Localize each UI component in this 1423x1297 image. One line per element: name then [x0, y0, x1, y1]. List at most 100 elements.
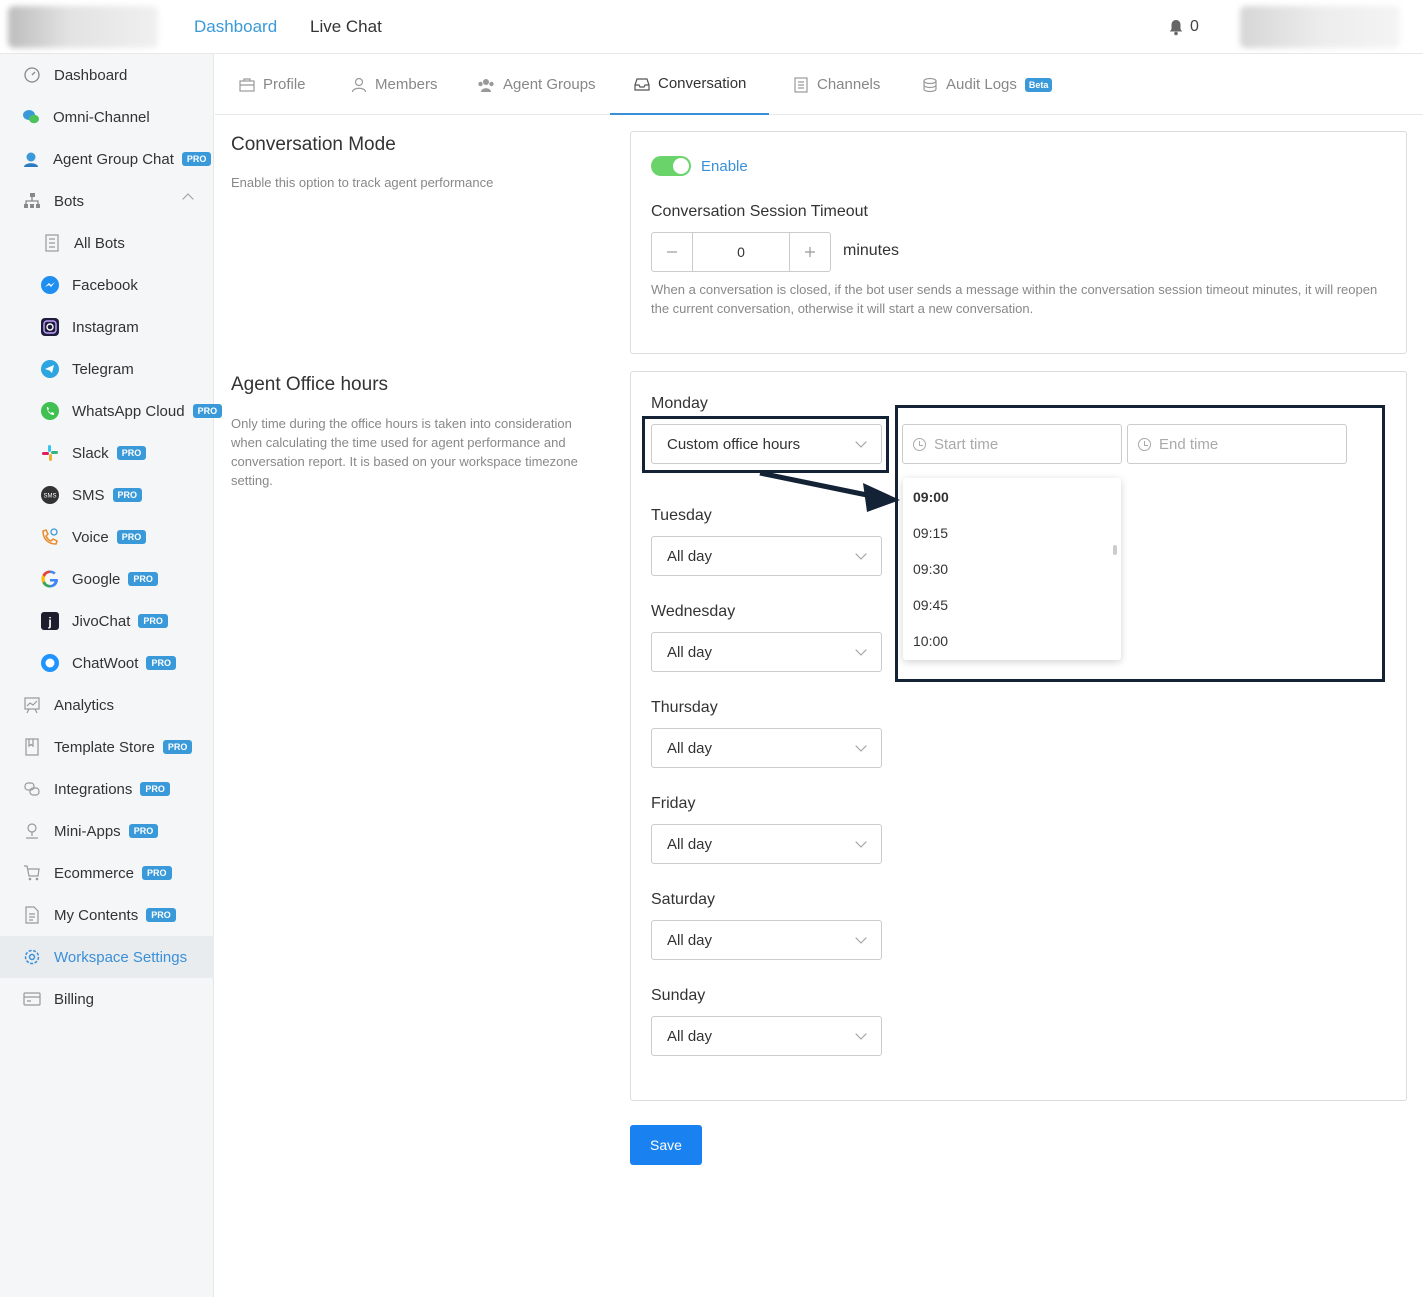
sidebar-item-label: Telegram [72, 360, 134, 378]
sidebar-item-label: All Bots [74, 234, 125, 252]
sidebar-item-bots[interactable]: Bots [0, 180, 214, 222]
sidebar-item-label: Workspace Settings [54, 948, 188, 966]
chevron-down-icon [855, 836, 867, 848]
sidebar-item-integrations[interactable]: Integrations PRO [0, 768, 214, 810]
tab-agent-groups[interactable]: Agent Groups [477, 54, 596, 115]
select-value: All day [667, 931, 713, 949]
minus-icon [667, 251, 677, 253]
svg-text:j: j [47, 615, 51, 629]
saturday-hours-select[interactable]: All day [651, 920, 882, 960]
sidebar-item-label: ChatWoot [72, 654, 139, 672]
sidebar-item-label: Facebook [72, 276, 138, 294]
nav-live-chat[interactable]: Live Chat [310, 17, 382, 37]
pro-badge: PRO [116, 530, 147, 544]
pro-badge: PRO [192, 404, 223, 418]
sidebar-item-dashboard[interactable]: Dashboard [0, 54, 214, 96]
bell-icon [1170, 19, 1182, 35]
sidebar-item-label: Instagram [72, 318, 139, 336]
workspace-logo[interactable] [8, 6, 158, 48]
thursday-hours-select[interactable]: All day [651, 728, 882, 768]
google-icon [40, 569, 60, 589]
sidebar-item-workspace-settings[interactable]: Workspace Settings [0, 936, 214, 978]
cart-icon [22, 863, 42, 883]
template-icon [22, 737, 42, 757]
tuesday-hours-select[interactable]: All day [651, 536, 882, 576]
sidebar-item-facebook[interactable]: Facebook [0, 264, 214, 306]
enable-toggle[interactable] [651, 156, 691, 176]
sidebar-item-telegram[interactable]: Telegram [0, 348, 214, 390]
day-label-sunday: Sunday [651, 987, 706, 1004]
sitemap-icon [22, 191, 42, 211]
wednesday-hours-select[interactable]: All day [651, 632, 882, 672]
day-label-saturday: Saturday [651, 891, 716, 908]
select-value: All day [667, 643, 713, 661]
inbox-icon [634, 77, 650, 91]
sidebar-item-label: WhatsApp Cloud [72, 402, 185, 420]
sidebar-item-mini-apps[interactable]: Mini-Apps PRO [0, 810, 214, 852]
decrement-button[interactable] [652, 233, 692, 271]
sidebar-item-analytics[interactable]: Analytics [0, 684, 214, 726]
tab-channels[interactable]: Channels [793, 54, 880, 115]
dashboard-icon [22, 65, 42, 85]
pro-badge: PRO [116, 446, 147, 460]
sidebar-item-instagram[interactable]: Instagram [0, 306, 214, 348]
sidebar-item-whatsapp-cloud[interactable]: WhatsApp Cloud PRO [0, 390, 223, 432]
sidebar-item-voice[interactable]: Voice PRO [0, 516, 214, 558]
increment-button[interactable] [790, 233, 830, 271]
timeout-label: Conversation Session Timeout [651, 203, 868, 220]
save-button[interactable]: Save [630, 1125, 702, 1165]
sidebar-item-ecommerce[interactable]: Ecommerce PRO [0, 852, 214, 894]
pro-badge: PRO [146, 908, 176, 922]
pro-badge: PRO [128, 824, 159, 838]
user-menu[interactable] [1240, 6, 1400, 48]
chevron-down-icon [855, 740, 867, 752]
sidebar-item-google[interactable]: Google PRO [0, 558, 214, 600]
tab-conversation[interactable]: Conversation [610, 54, 769, 115]
enable-label: Enable [701, 158, 748, 175]
sidebar-item-sms[interactable]: SMS SMS PRO [0, 474, 214, 516]
chevron-up-icon[interactable] [182, 193, 194, 205]
highlight-box-select [642, 416, 889, 473]
timeout-input[interactable]: 0 [692, 233, 790, 271]
sunday-hours-select[interactable]: All day [651, 1016, 882, 1056]
sidebar: Dashboard Omni-Channel Agent Group Chat … [0, 54, 223, 1297]
beta-badge: Beta [1024, 77, 1053, 92]
tab-label: Channels [817, 76, 881, 93]
chevron-down-icon [855, 1028, 867, 1040]
annotation-arrow [759, 470, 900, 512]
nav-dashboard[interactable]: Dashboard [194, 17, 277, 37]
tab-members[interactable]: Members [351, 54, 438, 115]
pro-badge: PRO [146, 656, 176, 670]
list-icon [42, 233, 62, 253]
plus-icon [805, 247, 815, 257]
gear-icon [22, 947, 42, 967]
sidebar-item-my-contents[interactable]: My Contents PRO [0, 894, 214, 936]
settings-tabs: Profile Members Agent Groups Conversatio… [215, 54, 1423, 115]
friday-hours-select[interactable]: All day [651, 824, 882, 864]
chatwoot-icon [40, 653, 60, 673]
sidebar-item-all-bots[interactable]: All Bots [0, 222, 214, 264]
team-icon [478, 78, 494, 92]
chevron-down-icon [855, 932, 867, 944]
tab-profile[interactable]: Profile [239, 54, 306, 115]
sidebar-item-omni-channel[interactable]: Omni-Channel [0, 96, 214, 138]
messenger-icon [40, 275, 60, 295]
sidebar-item-slack[interactable]: Slack PRO [0, 432, 214, 474]
briefcase-icon [239, 77, 255, 92]
timeout-unit: minutes [843, 242, 900, 259]
pro-badge: PRO [128, 572, 158, 586]
sidebar-item-billing[interactable]: Billing [0, 978, 214, 1020]
jivochat-icon: j [40, 611, 60, 631]
day-label-tuesday: Tuesday [651, 507, 712, 524]
sidebar-item-label: Slack [72, 444, 109, 462]
sidebar-item-jivochat[interactable]: j JivoChat PRO [0, 600, 214, 642]
sidebar-item-chatwoot[interactable]: ChatWoot PRO [0, 642, 214, 684]
office-hours-description: Only time during the office hours is tak… [231, 416, 578, 488]
sidebar-item-agent-group-chat[interactable]: Agent Group Chat PRO [0, 138, 214, 180]
sidebar-item-template-store[interactable]: Template Store PRO [0, 726, 214, 768]
notifications-button[interactable]: 0 [1168, 16, 1202, 38]
top-bar: Dashboard Live Chat 0 [0, 0, 1423, 54]
whatsapp-icon [40, 401, 60, 421]
tab-audit-logs[interactable]: Audit Logs Beta [922, 54, 1053, 115]
sidebar-item-label: Dashboard [54, 66, 128, 84]
